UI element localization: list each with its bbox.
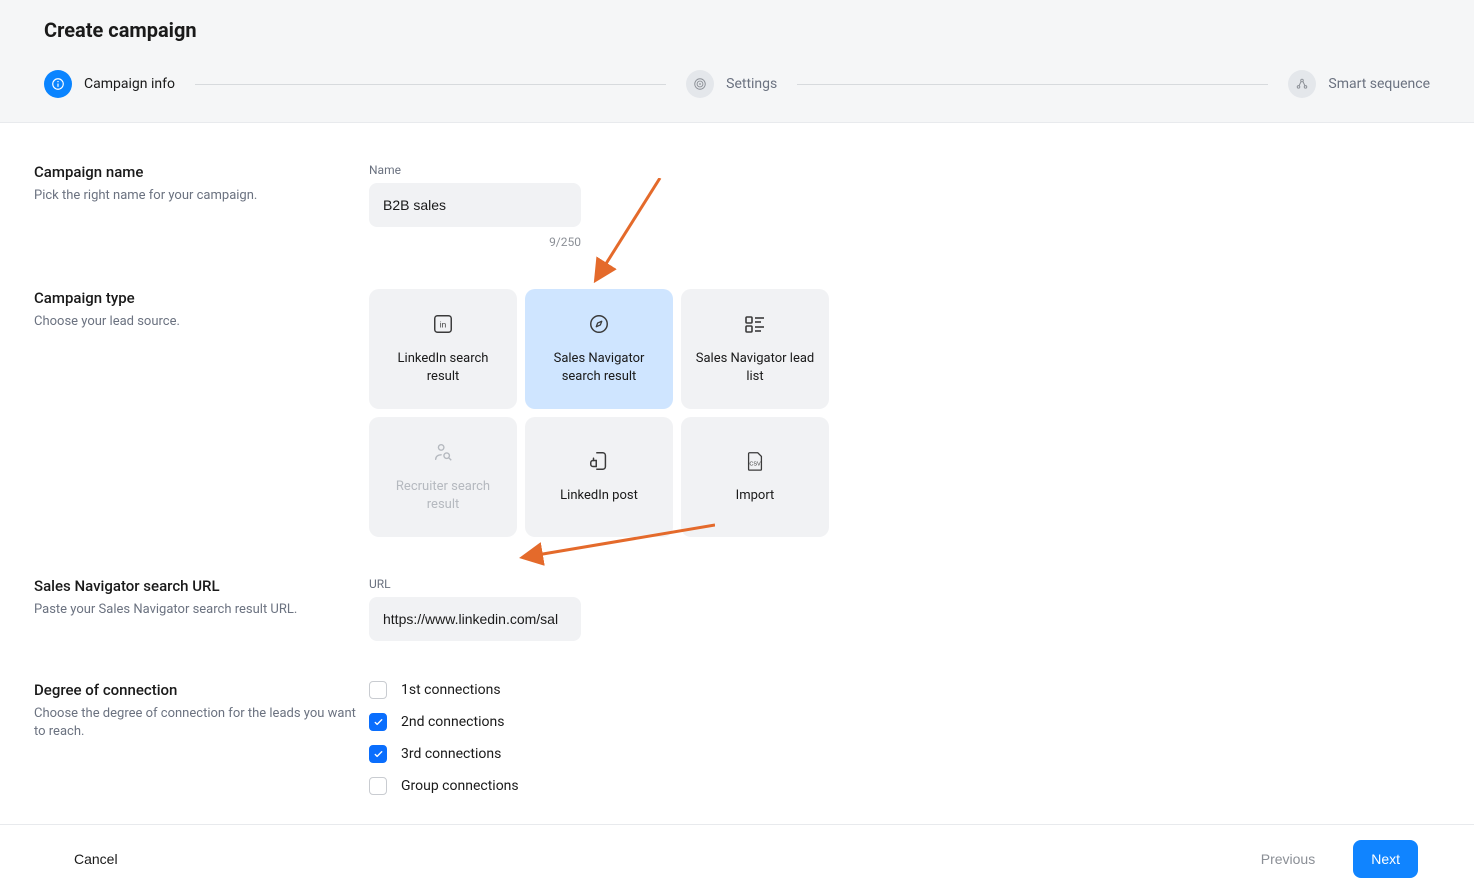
linkedin-icon: in bbox=[431, 312, 455, 336]
checkbox-icon bbox=[369, 745, 387, 763]
step-smart-sequence[interactable]: Smart sequence bbox=[1288, 70, 1430, 98]
type-label: Sales Navigator search result bbox=[537, 350, 661, 385]
type-linkedin-post[interactable]: LinkedIn post bbox=[525, 417, 673, 537]
step-campaign-info[interactable]: Campaign info bbox=[44, 70, 175, 98]
type-label: Recruiter search result bbox=[381, 478, 505, 513]
name-field-label: Name bbox=[369, 163, 1440, 177]
step-settings[interactable]: Settings bbox=[686, 70, 777, 98]
form-content: Campaign name Pick the right name for yo… bbox=[0, 123, 1474, 889]
step-divider bbox=[195, 84, 666, 85]
row-search-url: Sales Navigator search URL Paste your Sa… bbox=[34, 577, 1440, 641]
type-sales-nav-lead-list[interactable]: Sales Navigator lead list bbox=[681, 289, 829, 409]
post-icon bbox=[587, 449, 611, 473]
url-field-label: URL bbox=[369, 577, 1440, 591]
csv-icon: CSV bbox=[743, 449, 767, 473]
step-label: Smart sequence bbox=[1328, 76, 1430, 92]
recruiter-icon bbox=[431, 440, 455, 464]
type-label: LinkedIn search result bbox=[381, 350, 505, 385]
step-label: Settings bbox=[726, 76, 777, 92]
stepper: Campaign info Settings Smart sequence bbox=[44, 70, 1430, 98]
row-campaign-type: Campaign type Choose your lead source. i… bbox=[34, 289, 1440, 537]
cancel-button[interactable]: Cancel bbox=[56, 840, 136, 878]
checkbox-label: 1st connections bbox=[401, 682, 501, 698]
step-divider bbox=[797, 84, 1268, 85]
type-label: LinkedIn post bbox=[560, 487, 638, 505]
nodes-icon bbox=[1288, 70, 1316, 98]
row-degree: Degree of connection Choose the degree o… bbox=[34, 681, 1440, 809]
campaign-type-desc: Choose your lead source. bbox=[34, 313, 369, 331]
checkbox-label: 3rd connections bbox=[401, 746, 501, 762]
page-header: Create campaign Campaign info Settings S… bbox=[0, 0, 1474, 123]
type-label: Import bbox=[736, 487, 775, 505]
type-sales-nav-search[interactable]: Sales Navigator search result bbox=[525, 289, 673, 409]
search-url-input[interactable] bbox=[369, 597, 581, 641]
checkbox-label: 2nd connections bbox=[401, 714, 504, 730]
footer: Cancel Previous Next bbox=[0, 824, 1474, 892]
list-icon bbox=[743, 312, 767, 336]
checkbox-icon bbox=[369, 777, 387, 795]
type-recruiter-search[interactable]: Recruiter search result bbox=[369, 417, 517, 537]
svg-text:CSV: CSV bbox=[749, 462, 761, 468]
campaign-name-desc: Pick the right name for your campaign. bbox=[34, 187, 369, 205]
info-icon bbox=[44, 70, 72, 98]
target-icon bbox=[686, 70, 714, 98]
campaign-name-input[interactable] bbox=[369, 183, 581, 227]
next-button[interactable]: Next bbox=[1353, 840, 1418, 878]
checkbox-group-connections[interactable]: Group connections bbox=[369, 777, 1440, 795]
search-url-title: Sales Navigator search URL bbox=[34, 577, 369, 595]
page-title: Create campaign bbox=[44, 18, 1430, 42]
previous-button[interactable]: Previous bbox=[1243, 840, 1333, 878]
checkbox-label: Group connections bbox=[401, 778, 519, 794]
type-grid: in LinkedIn search result Sales Navigato… bbox=[369, 289, 1440, 537]
checkbox-3rd-connections[interactable]: 3rd connections bbox=[369, 745, 1440, 763]
checkbox-1st-connections[interactable]: 1st connections bbox=[369, 681, 1440, 699]
row-campaign-name: Campaign name Pick the right name for yo… bbox=[34, 163, 1440, 249]
char-count: 9/250 bbox=[369, 235, 581, 249]
checkbox-icon bbox=[369, 681, 387, 699]
search-url-desc: Paste your Sales Navigator search result… bbox=[34, 601, 369, 619]
degree-desc: Choose the degree of connection for the … bbox=[34, 705, 369, 741]
svg-text:in: in bbox=[440, 321, 447, 330]
type-import[interactable]: CSV Import bbox=[681, 417, 829, 537]
campaign-name-title: Campaign name bbox=[34, 163, 369, 181]
step-label: Campaign info bbox=[84, 76, 175, 92]
compass-icon bbox=[587, 312, 611, 336]
checkbox-2nd-connections[interactable]: 2nd connections bbox=[369, 713, 1440, 731]
degree-title: Degree of connection bbox=[34, 681, 369, 699]
type-label: Sales Navigator lead list bbox=[693, 350, 817, 385]
type-linkedin-search[interactable]: in LinkedIn search result bbox=[369, 289, 517, 409]
campaign-type-title: Campaign type bbox=[34, 289, 369, 307]
checkbox-icon bbox=[369, 713, 387, 731]
